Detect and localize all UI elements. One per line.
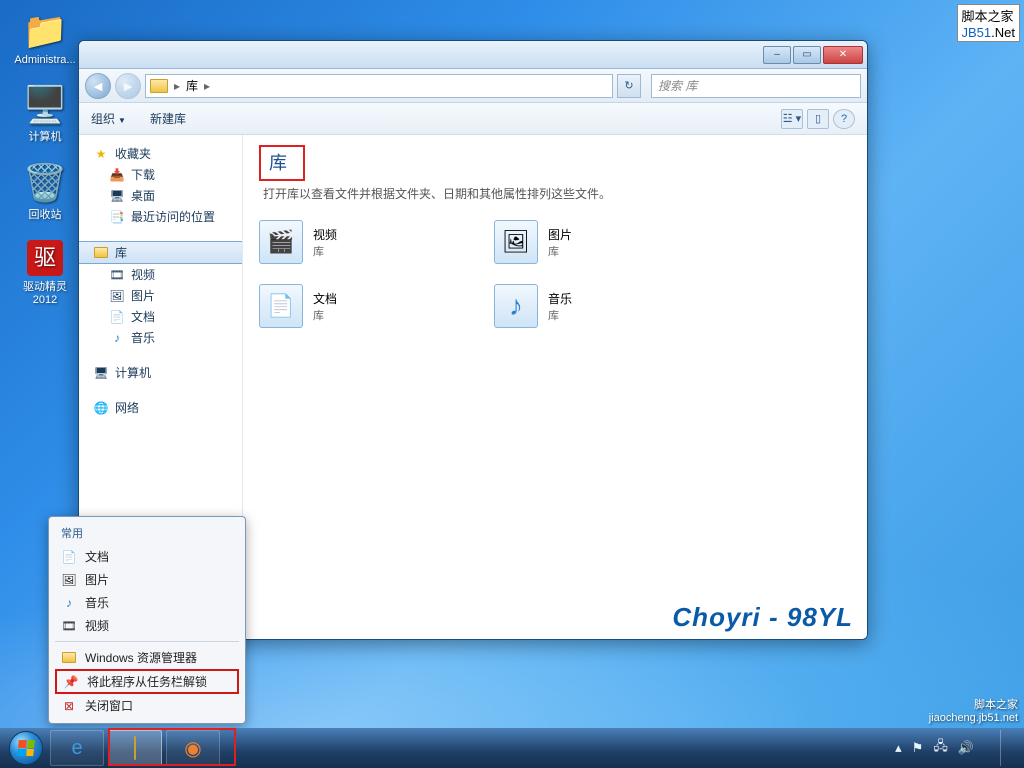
organize-menu[interactable]: 组织▼ (91, 110, 126, 127)
toolbar: 组织▼ 新建库 ☳ ▾ ▯ ? (79, 103, 867, 135)
search-input[interactable]: 搜索 库 (651, 74, 861, 98)
preview-pane-button[interactable]: ▯ (807, 109, 829, 129)
star-icon: ★ (93, 147, 109, 161)
tray-flag-icon[interactable]: ⚑ (912, 740, 924, 756)
start-button[interactable] (6, 728, 46, 768)
picture-icon: 🖼 (61, 573, 77, 587)
jumplist-pictures[interactable]: 🖼图片 (53, 568, 241, 591)
computer-icon: 🖥 (93, 366, 109, 380)
taskbar-ie[interactable]: e (50, 730, 104, 766)
ie-icon: e (71, 737, 82, 760)
page-subtitle: 打开库以查看文件并根据文件夹、日期和其他属性排列这些文件。 (263, 185, 851, 202)
tray-volume-icon[interactable]: 🔊 (958, 740, 974, 756)
recent-icon: 📑 (109, 210, 125, 224)
sidebar-pictures[interactable]: 🖼图片 (79, 285, 242, 306)
tray-network-icon[interactable]: 🖧 (933, 737, 948, 759)
address-bar[interactable]: ▸ 库 ▸ (145, 74, 613, 98)
jumplist-open-explorer[interactable]: Windows 资源管理器 (53, 646, 241, 669)
sidebar-recent[interactable]: 📑最近访问的位置 (79, 206, 242, 227)
back-button[interactable]: ◄ (85, 73, 111, 99)
download-icon: 📥 (109, 168, 125, 182)
document-icon: 📄 (61, 550, 77, 564)
folder-icon (150, 79, 168, 93)
taskbar: e ◉ ▴ ⚑ 🖧 🔊 (0, 728, 1024, 768)
computer-icon: 🖥️ (10, 84, 80, 126)
library-item-pictures[interactable]: 🖼 图片库 (494, 220, 729, 264)
help-button[interactable]: ? (833, 109, 855, 129)
unpin-icon: 📌 (63, 675, 79, 689)
sidebar-video[interactable]: 🎞视频 (79, 264, 242, 285)
page-heading: 库 (269, 149, 287, 175)
library-icon (93, 246, 109, 260)
library-item-music[interactable]: ♪ 音乐库 (494, 284, 729, 328)
refresh-button[interactable]: ↻ (617, 74, 641, 98)
desktop-icon-computer[interactable]: 🖥️计算机 (10, 84, 80, 144)
folder-user-icon: 📁 (10, 10, 80, 52)
maximize-button[interactable]: ▭ (793, 46, 821, 64)
library-item-documents[interactable]: 📄 文档库 (259, 284, 494, 328)
nav-bar: ◄ ► ▸ 库 ▸ ↻ 搜索 库 (79, 69, 867, 103)
taskbar-explorer[interactable] (108, 730, 162, 766)
sidebar-downloads[interactable]: 📥下载 (79, 164, 242, 185)
desktop-icon-user[interactable]: 📁Administra... (10, 10, 80, 66)
taskbar-mediaplayer[interactable]: ◉ (166, 730, 220, 766)
sidebar-network[interactable]: 🌐网络 (79, 397, 242, 418)
close-icon: ⊠ (61, 699, 77, 713)
system-tray: ▴ ⚑ 🖧 🔊 (895, 730, 1018, 766)
tray-chevron-icon[interactable]: ▴ (895, 740, 902, 756)
document-icon: 📄 (109, 310, 125, 324)
library-item-video[interactable]: 🎬 视频库 (259, 220, 494, 264)
explorer-icon (134, 737, 136, 760)
jumplist-recent-header: 常用 (53, 523, 241, 545)
desktop-icon: 🖥 (109, 189, 125, 203)
desktop-icon-recycle[interactable]: 🗑️回收站 (10, 162, 80, 222)
sidebar-music[interactable]: ♪音乐 (79, 327, 242, 348)
jumplist-close-window[interactable]: ⊠关闭窗口 (53, 694, 241, 717)
heading-highlight: 库 (259, 145, 305, 181)
sidebar-libraries[interactable]: 库 (79, 241, 242, 264)
music-icon: ♪ (109, 331, 125, 345)
minimize-button[interactable]: – (763, 46, 791, 64)
picture-icon: 🖼 (109, 289, 125, 303)
music-library-icon: ♪ (494, 284, 538, 328)
show-desktop-button[interactable] (1000, 730, 1012, 766)
music-icon: ♪ (61, 596, 77, 610)
content-pane: 库 打开库以查看文件并根据文件夹、日期和其他属性排列这些文件。 🎬 视频库 🖼 … (243, 135, 867, 639)
forward-button[interactable]: ► (115, 73, 141, 99)
new-library-button[interactable]: 新建库 (150, 110, 186, 127)
watermark-bottom: 脚本之家 jiaocheng.jb51.net (929, 696, 1018, 724)
recycle-bin-icon: 🗑️ (10, 162, 80, 204)
jumplist-documents[interactable]: 📄文档 (53, 545, 241, 568)
desktop-icons: 📁Administra... 🖥️计算机 🗑️回收站 驱驱动精灵 2012 (10, 10, 80, 324)
titlebar[interactable]: – ▭ ✕ (79, 41, 867, 69)
sidebar-desktop[interactable]: 🖥桌面 (79, 185, 242, 206)
jumplist-unpin[interactable]: 📌将此程序从任务栏解锁 (55, 669, 239, 694)
jumplist-video[interactable]: 🎞视频 (53, 614, 241, 637)
sidebar-documents[interactable]: 📄文档 (79, 306, 242, 327)
pictures-library-icon: 🖼 (494, 220, 538, 264)
explorer-icon (61, 652, 77, 663)
desktop-icon-driver[interactable]: 驱驱动精灵 2012 (10, 240, 80, 306)
media-player-icon: ◉ (184, 736, 201, 761)
sidebar-computer[interactable]: 🖥计算机 (79, 362, 242, 383)
documents-library-icon: 📄 (259, 284, 303, 328)
video-icon: 🎞 (109, 268, 125, 282)
close-button[interactable]: ✕ (823, 46, 863, 64)
taskbar-jumplist: 常用 📄文档 🖼图片 ♪音乐 🎞视频 Windows 资源管理器 📌将此程序从任… (48, 516, 246, 724)
watermark-top: 脚本之家 JB51.Net (957, 4, 1020, 42)
video-library-icon: 🎬 (259, 220, 303, 264)
driver-app-icon: 驱 (27, 240, 63, 276)
video-icon: 🎞 (61, 619, 77, 633)
sidebar-favorites[interactable]: ★收藏夹 (79, 143, 242, 164)
network-icon: 🌐 (93, 401, 109, 415)
brand-watermark: Choyri - 98YL (672, 602, 853, 633)
jumplist-music[interactable]: ♪音乐 (53, 591, 241, 614)
view-options-button[interactable]: ☳ ▾ (781, 109, 803, 129)
